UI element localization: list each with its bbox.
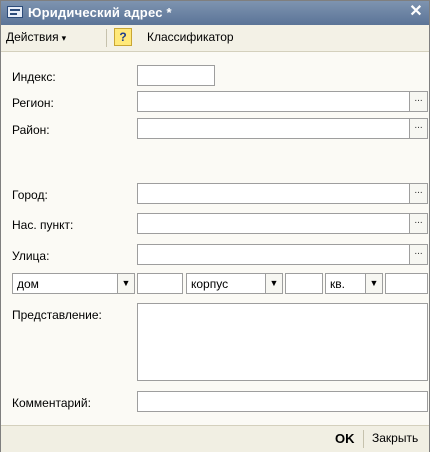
actions-menu-button[interactable]: Действия ▾ [6,30,66,44]
classifier-button[interactable]: Классификатор [147,30,234,44]
close-icon[interactable]: ✕ [407,3,425,21]
close-button[interactable]: Закрыть [372,431,418,445]
presentation-textarea[interactable] [137,303,428,381]
region-select-button[interactable]: ... [409,92,427,111]
locality-select-button[interactable]: ... [409,214,427,233]
city-input[interactable]: ... [137,183,428,204]
apartment-number-input[interactable] [385,273,428,294]
house-type-value: дом [17,277,39,291]
presentation-label: Представление: [12,308,102,322]
street-label: Улица: [12,249,50,263]
chevron-down-icon: ▾ [61,33,67,43]
street-input[interactable]: ... [137,244,428,265]
house-number-input[interactable] [137,273,183,294]
footer-divider [363,430,364,448]
comment-label: Комментарий: [12,396,91,410]
index-label: Индекс: [12,70,56,84]
apartment-type-select[interactable]: кв. ▼ [325,273,383,294]
title-bar[interactable]: Юридический адрес * ✕ [1,1,429,25]
locality-input[interactable]: ... [137,213,428,234]
ok-button[interactable]: OK [335,431,355,446]
street-select-button[interactable]: ... [409,245,427,264]
locality-label: Нас. пункт: [12,218,74,232]
form-icon [7,6,23,18]
footer-bar: OK Закрыть [1,425,429,452]
chevron-down-icon[interactable]: ▼ [265,274,282,293]
house-type-select[interactable]: дом ▼ [12,273,135,294]
window-title: Юридический адрес * [28,5,172,20]
dialog-window: Юридический адрес * ✕ Действия ▾ ? Класси… [0,0,430,452]
toolbar-divider [106,29,107,47]
chevron-down-icon[interactable]: ▼ [365,274,382,293]
index-input[interactable] [137,65,215,86]
building-number-input[interactable] [285,273,323,294]
toolbar: Действия ▾ ? Классификатор [1,25,429,52]
chevron-down-icon[interactable]: ▼ [117,274,134,293]
city-label: Город: [12,188,48,202]
building-type-value: корпус [191,277,229,291]
district-label: Район: [12,123,50,137]
building-type-select[interactable]: корпус ▼ [186,273,283,294]
region-input[interactable]: ... [137,91,428,112]
actions-label: Действия [6,30,59,44]
region-label: Регион: [12,96,54,110]
help-icon[interactable]: ? [114,28,132,46]
city-select-button[interactable]: ... [409,184,427,203]
district-input[interactable]: ... [137,118,428,139]
comment-input[interactable] [137,391,428,412]
district-select-button[interactable]: ... [409,119,427,138]
apartment-type-value: кв. [330,277,345,291]
